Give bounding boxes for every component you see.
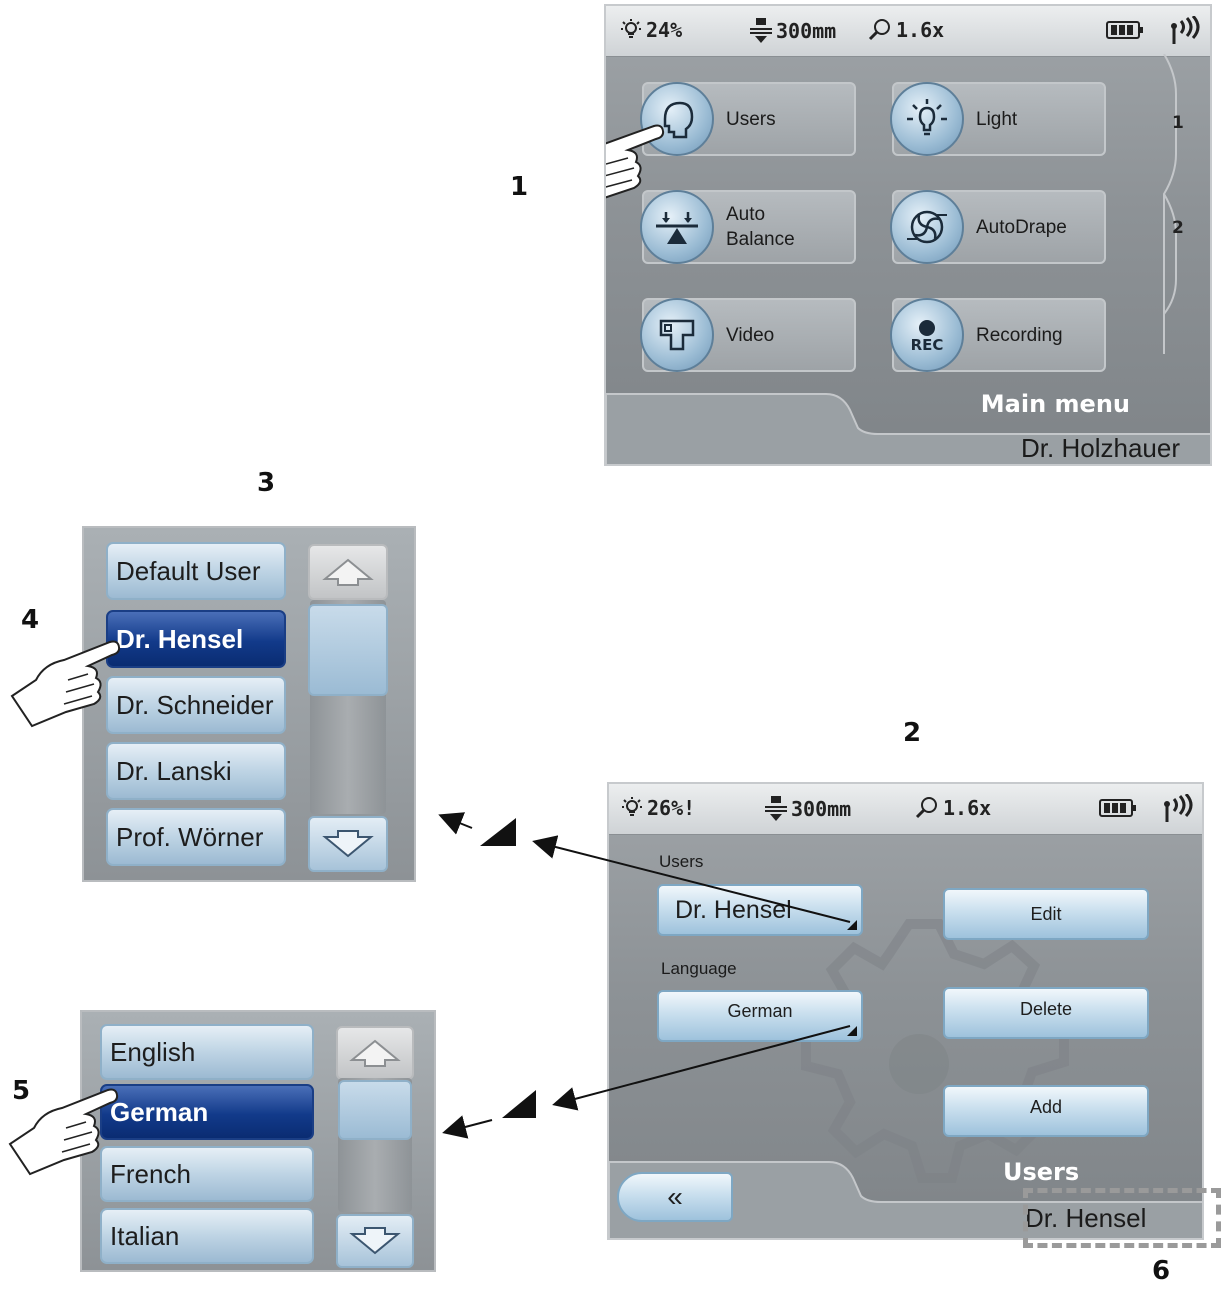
connector-arrows: [438, 812, 851, 1139]
